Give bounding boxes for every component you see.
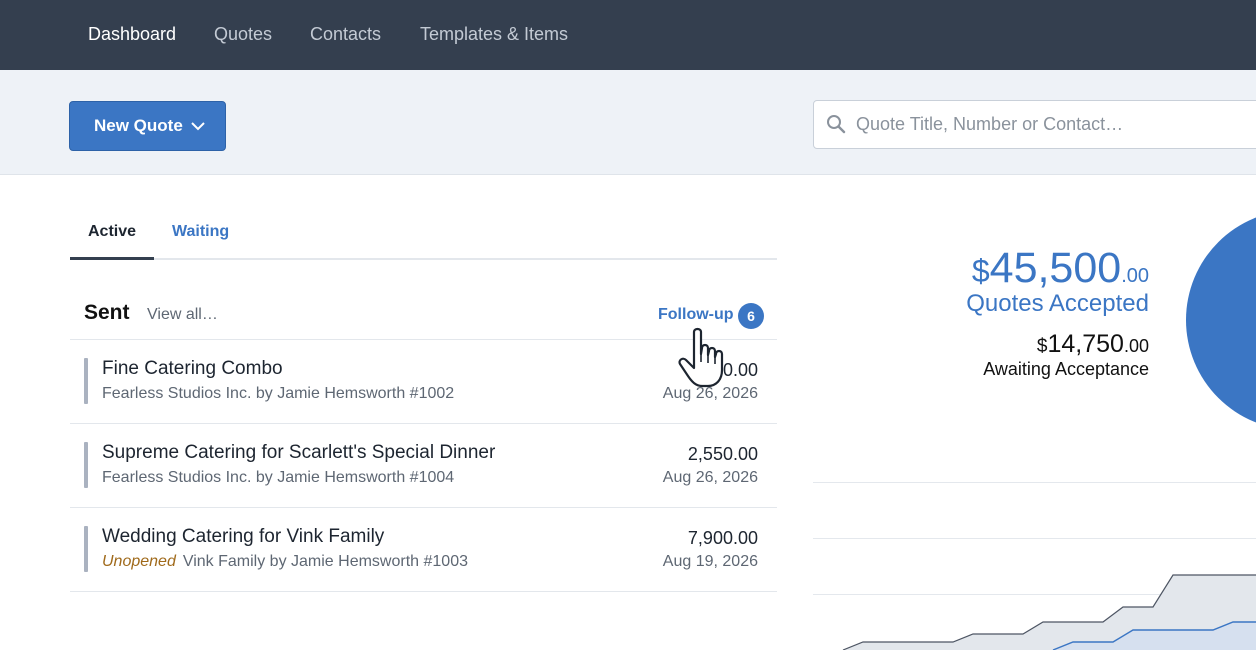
search-icon [827,115,846,134]
nav-item-contacts[interactable]: Contacts [310,24,381,45]
tab-divider [70,258,777,260]
quote-amount: 7,900.00 [687,528,758,548]
accepted-cents: .00 [1121,265,1149,287]
quote-customer: Fearless Studios Inc. by Jamie Hemsworth… [102,469,455,486]
follow-up-count-badge[interactable]: 6 [738,303,764,329]
chevron-down-icon [191,121,205,130]
awaiting-acceptance-label: Awaiting Acceptance [983,359,1149,379]
quote-customer: Vink Family by Jamie Hemsworth #1003 [182,553,468,570]
nav-item-quotes[interactable]: Quotes [214,24,272,45]
tab-active-underline [70,257,154,260]
awaiting-cents: .00 [1123,336,1149,356]
quotes-accepted-label: Quotes Accepted [966,290,1149,317]
view-all-link[interactable]: View all… [147,306,218,324]
quote-subtitle: Fearless Studios Inc. by Jamie Hemsworth… [102,469,454,487]
quotes-trend-chart [813,482,1256,650]
quote-subtitle: Fearless Studios Inc. by Jamie Hemsworth… [102,385,454,403]
toolbar: New Quote [0,70,1256,175]
quotes-pie-chart [1186,217,1256,423]
hand-pointer-icon [678,327,724,388]
row-status-bar [84,358,88,404]
quote-row[interactable]: Supreme Catering for Scarlett's Special … [70,423,777,508]
search-box[interactable] [813,100,1256,149]
quote-date: Aug 26, 2026 [662,469,758,486]
quote-amount: 2,550.00 [687,444,758,464]
follow-up-link[interactable]: Follow-up [658,306,734,324]
awaiting-acceptance-value: $14,750.00 [1037,330,1149,359]
quote-row[interactable]: Wedding Catering for Vink Family Unopene… [70,507,777,592]
new-quote-label: New Quote [94,116,183,135]
sent-section-title: Sent [84,301,130,324]
quote-customer: Fearless Studios Inc. by Jamie Hemsworth… [102,385,455,402]
unopened-status: Unopened [102,553,176,570]
awaiting-currency: $ [1036,336,1048,357]
accepted-amount: 45,500 [989,244,1122,292]
quote-date: Aug 19, 2026 [662,553,758,570]
pie-slice-accepted [1186,217,1256,423]
quote-title[interactable]: Supreme Catering for Scarlett's Special … [102,442,495,464]
accepted-currency: $ [971,253,990,289]
top-nav: Dashboard Quotes Contacts Templates & It… [0,0,1256,70]
row-status-bar [84,442,88,488]
nav-item-templates-items[interactable]: Templates & Items [420,24,568,45]
new-quote-button[interactable]: New Quote [69,101,226,151]
nav-item-dashboard[interactable]: Dashboard [88,24,176,45]
quote-title[interactable]: Wedding Catering for Vink Family [102,526,384,548]
quote-row[interactable]: Fine Catering Combo Fearless Studios Inc… [70,339,777,424]
search-input[interactable] [856,101,1256,148]
quote-title[interactable]: Fine Catering Combo [102,358,283,380]
row-status-bar [84,526,88,572]
tab-active[interactable]: Active [88,223,136,241]
tab-waiting[interactable]: Waiting [172,223,229,241]
quote-subtitle: Unopened Vink Family by Jamie Hemsworth #… [102,553,468,571]
awaiting-amount: 14,750 [1047,330,1124,358]
quotes-accepted-value: $45,500.00 [972,244,1149,293]
